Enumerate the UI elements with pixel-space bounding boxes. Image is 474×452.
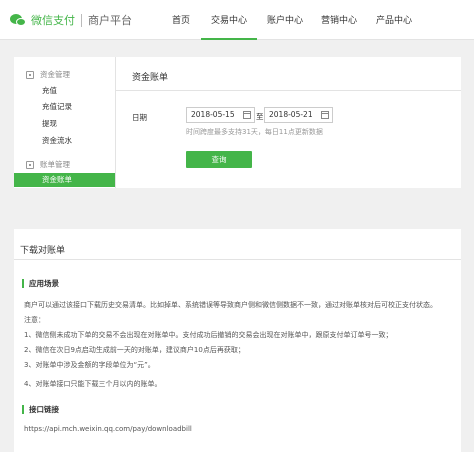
logo-divider [81, 13, 82, 27]
doc-note-item: 2、微信在次日9点启动生成前一天的对账单，建议商户10点后再获取； [24, 346, 245, 354]
date-range-separator: 至 [256, 112, 264, 121]
brand-subtitle: 商户平台 [88, 14, 132, 27]
sidebar-item-recharge[interactable]: 充值 [14, 84, 115, 98]
sidebar-group-label: 账单管理 [40, 160, 70, 169]
bill-icon [26, 160, 34, 169]
sidebar-item-withdraw[interactable]: 提现 [14, 117, 115, 131]
doc-note-item: 1、微信侧未成功下单的交易不会出现在对账单中。支付成功后撤销的交易会出现在对账单… [24, 331, 393, 339]
top-header: 微信支付 商户平台 首页 交易中心 账户中心 营销中心 产品中心 [0, 0, 474, 40]
sidebar: 资金管理 充值 充值记录 提现 资金流水 账单管理 资金账单 [14, 57, 116, 188]
doc-note-item: 4、对账单接口只能下载三个月以内的账单。 [24, 380, 162, 388]
calendar-icon[interactable] [321, 111, 329, 119]
sidebar-item-recharge-records[interactable]: 充值记录 [14, 100, 115, 114]
sidebar-group-label: 资金管理 [40, 70, 70, 79]
nav-home[interactable]: 首页 [163, 0, 199, 40]
date-label: 日期 [132, 113, 147, 122]
calendar-icon[interactable] [243, 111, 251, 119]
section-heading-scenario: 应用场景 [22, 279, 59, 288]
title-divider [116, 90, 461, 91]
date-hint: 时间跨度最多支持31天，每日11点更新数据 [186, 128, 323, 136]
sidebar-group-fund: 资金管理 [26, 69, 70, 80]
nav-trade-center[interactable]: 交易中心 [201, 0, 257, 40]
sidebar-item-fund-flow[interactable]: 资金流水 [14, 134, 115, 148]
download-bill-doc: 下载对账单 应用场景 商户可以通过该接口下载历史交易清单。比如掉单、系统错误等导… [14, 229, 461, 452]
end-date-value: 2018-05-21 [269, 110, 313, 119]
page-title: 资金账单 [132, 73, 169, 83]
api-link[interactable]: https://api.mch.weixin.qq.com/pay/downlo… [24, 425, 192, 433]
nav-marketing-center[interactable]: 营销中心 [314, 0, 364, 40]
start-date-input[interactable]: 2018-05-15 [186, 107, 255, 123]
wechat-pay-logo[interactable]: 微信支付 商户平台 [10, 12, 132, 28]
query-button[interactable]: 查询 [186, 151, 252, 168]
wechat-logo-icon [10, 13, 27, 27]
nav-account-center[interactable]: 账户中心 [260, 0, 310, 40]
sidebar-group-bill: 账单管理 [26, 159, 70, 170]
doc-title: 下载对账单 [20, 246, 66, 256]
fund-bill-panel: 资金管理 充值 充值记录 提现 资金流水 账单管理 资金账单 资金账单 日期 2… [14, 57, 461, 188]
wallet-icon [26, 70, 34, 79]
doc-note-item: 3、对账单中涉及金额的字段单位为“元”。 [24, 361, 155, 369]
doc-intro: 商户可以通过该接口下载历史交易清单。比如掉单、系统错误等导致商户侧和微信侧数据不… [24, 301, 437, 309]
brand-name: 微信支付 [31, 14, 75, 27]
doc-divider [14, 259, 461, 260]
end-date-input[interactable]: 2018-05-21 [264, 107, 333, 123]
sidebar-item-fund-bill[interactable]: 资金账单 [14, 173, 115, 187]
start-date-value: 2018-05-15 [191, 110, 235, 119]
nav-product-center[interactable]: 产品中心 [369, 0, 419, 40]
section-heading-link: 接口链接 [22, 405, 59, 414]
doc-note-label: 注意： [24, 316, 45, 324]
